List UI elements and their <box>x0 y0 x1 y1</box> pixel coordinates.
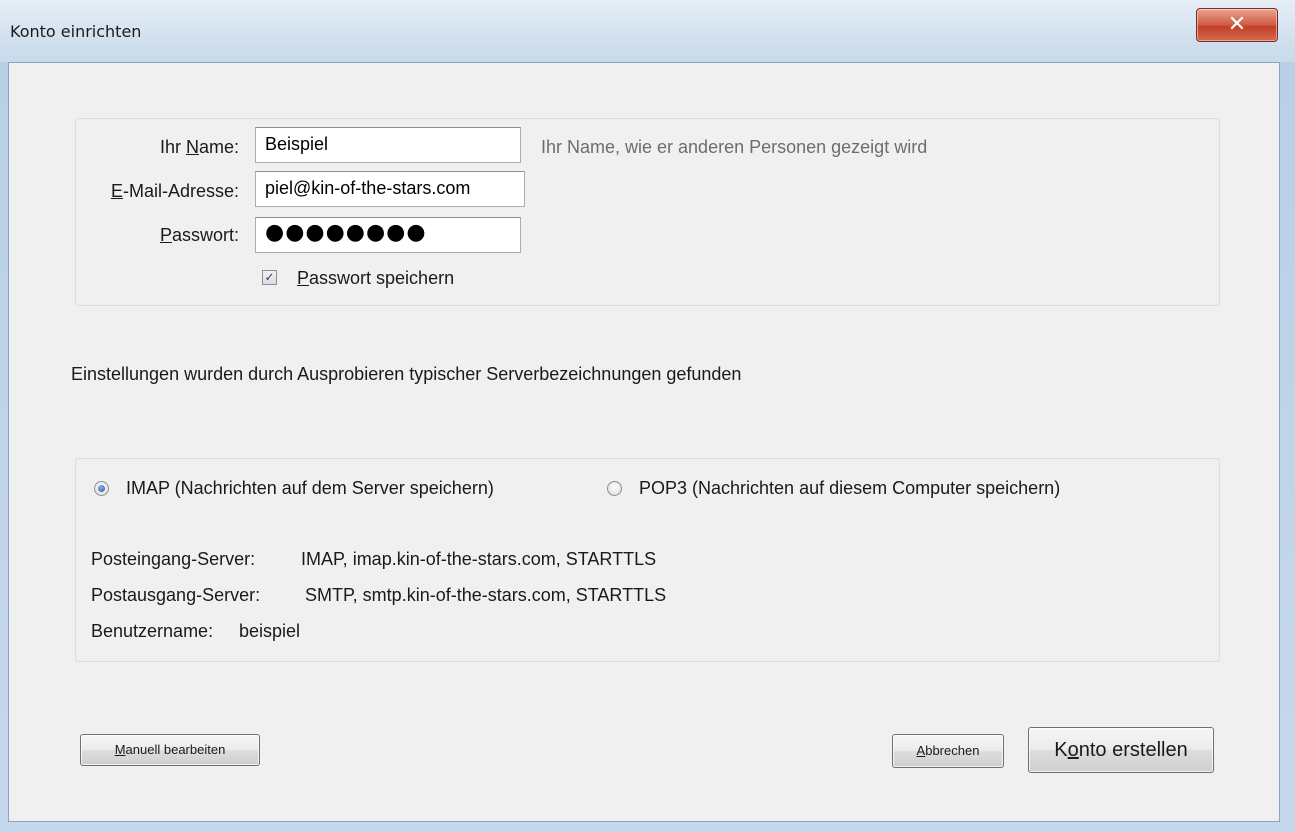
name-input[interactable]: Beispiel <box>255 127 521 163</box>
cancel-accesskey: A <box>916 743 926 758</box>
incoming-server-label: Posteingang-Server: <box>91 549 256 569</box>
cancel-label: bbrechen <box>925 743 980 758</box>
incoming-server-value: IMAP, imap.kin-of-the-stars.com, STARTTL… <box>301 549 657 569</box>
imap-radio-label[interactable]: IMAP (Nachrichten auf dem Server speiche… <box>126 478 494 499</box>
email-label: E-Mail-Adresse: <box>69 181 239 202</box>
dialog-window: Konto einrichten ✕ Ihr Name: Beispiel Ih… <box>0 0 1295 832</box>
remember-password-checkbox[interactable]: ✓ <box>262 270 277 285</box>
password-label-suffix: asswort: <box>171 225 239 245</box>
username-label: Benutzername: <box>91 621 214 641</box>
create-accesskey: o <box>1067 739 1079 761</box>
remember-label-suffix: asswort speichern <box>309 268 455 288</box>
create-label-suffix: nto erstellen <box>1078 739 1188 761</box>
imap-radio[interactable] <box>94 481 109 496</box>
pop3-radio[interactable] <box>607 481 622 496</box>
radio-selected-dot <box>98 485 105 492</box>
manual-label: anuell bearbeiten <box>125 742 226 757</box>
remember-password-label[interactable]: Passwort speichern <box>297 268 454 289</box>
create-label-prefix: K <box>1054 739 1068 761</box>
email-input[interactable]: piel@kin-of-the-stars.com <box>255 171 525 207</box>
close-button[interactable]: ✕ <box>1196 8 1278 42</box>
name-label-accesskey: N <box>185 137 199 157</box>
remember-label-accesskey: P <box>297 268 310 288</box>
password-label-accesskey: P <box>159 225 172 245</box>
dialog-content: Ihr Name: Beispiel Ihr Name, wie er ande… <box>8 62 1280 822</box>
name-label-prefix: Ihr <box>159 137 186 157</box>
check-icon: ✓ <box>264 270 275 284</box>
name-hint: Ihr Name, wie er anderen Personen gezeig… <box>541 137 928 157</box>
name-label: Ihr Name: <box>69 137 239 158</box>
manual-accesskey: M <box>114 742 126 757</box>
password-label: Passwort: <box>69 225 239 246</box>
name-label-suffix: ame: <box>198 137 239 157</box>
close-icon: ✕ <box>1227 12 1247 37</box>
cancel-button[interactable]: Abbrechen <box>892 734 1004 768</box>
create-account-button[interactable]: Konto erstellen <box>1028 727 1214 773</box>
manual-edit-button[interactable]: Manuell bearbeiten <box>80 734 260 766</box>
username-value: beispiel <box>239 621 301 641</box>
pop3-radio-label[interactable]: POP3 (Nachrichten auf diesem Computer sp… <box>639 478 1060 499</box>
email-label-accesskey: E <box>110 181 123 201</box>
password-input[interactable]: ●●●●●●●● <box>255 217 521 253</box>
outgoing-server-value: SMTP, smtp.kin-of-the-stars.com, STARTTL… <box>305 585 667 605</box>
title-bar: Konto einrichten ✕ <box>0 0 1295 62</box>
status-message: Einstellungen wurden durch Ausprobieren … <box>71 364 742 384</box>
email-label-suffix: -Mail-Adresse: <box>122 181 239 201</box>
window-title: Konto einrichten <box>10 22 142 41</box>
outgoing-server-label: Postausgang-Server: <box>91 585 261 605</box>
